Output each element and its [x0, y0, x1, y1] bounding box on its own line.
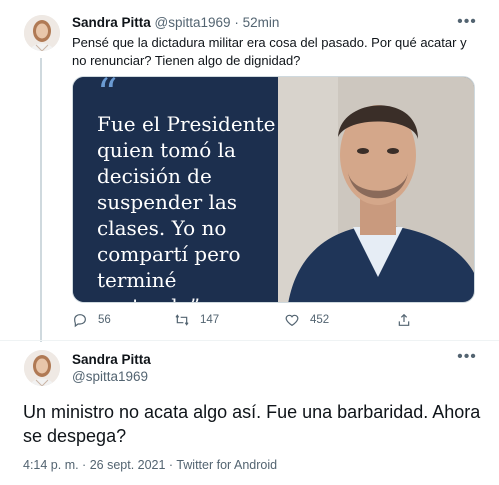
like-count: 452 — [310, 314, 330, 326]
thread-line — [40, 58, 42, 342]
quote-panel: “ Fue el Presidente quien tomó la decisi… — [73, 77, 278, 302]
reply-count: 56 — [98, 314, 111, 326]
retweet-icon — [175, 314, 189, 326]
tweet-header: Sandra Pitta @spitta1969 — [72, 351, 151, 385]
quote-text: Fue el Presidente quien tomó la decisión… — [97, 112, 276, 302]
author-handle[interactable]: @spitta1969 — [155, 15, 231, 30]
reply-button[interactable]: 56 — [72, 312, 111, 328]
tweet-text: Pensé que la dictadura militar era cosa … — [72, 35, 467, 68]
author-handle[interactable]: @spitta1969 — [72, 368, 151, 385]
separator: · — [234, 15, 239, 30]
retweet-count: 147 — [200, 314, 220, 326]
heart-icon — [285, 314, 299, 327]
tweet-time[interactable]: 52min — [243, 15, 280, 30]
divider — [0, 340, 499, 341]
tweet-metadata[interactable]: 4:14 p. m. · 26 sept. 2021 · Twitter for… — [23, 458, 277, 472]
more-horizontal-icon[interactable]: ••• — [457, 349, 477, 366]
author-name[interactable]: Sandra Pitta — [72, 351, 151, 368]
avatar[interactable] — [24, 350, 60, 386]
tweet-media[interactable]: “ Fue el Presidente quien tomó la decisi… — [72, 76, 475, 303]
tweet-actions: 56 147 452 — [72, 312, 432, 332]
tweet-card-1[interactable]: Sandra Pitta @spitta1969 · 52min ••• Pen… — [0, 0, 499, 342]
retweet-button[interactable]: 147 — [174, 312, 219, 328]
tweet-text: Un ministro no acata algo así. Fue una b… — [23, 402, 481, 446]
share-button[interactable] — [396, 312, 412, 328]
share-icon — [398, 313, 410, 326]
avatar[interactable] — [24, 15, 60, 51]
author-name[interactable]: Sandra Pitta — [72, 15, 151, 30]
like-button[interactable]: 452 — [284, 312, 329, 328]
person-photo — [278, 77, 474, 302]
tweet-header: Sandra Pitta @spitta1969 · 52min — [72, 15, 279, 30]
reply-icon — [74, 314, 86, 328]
more-horizontal-icon[interactable]: ••• — [457, 14, 477, 31]
